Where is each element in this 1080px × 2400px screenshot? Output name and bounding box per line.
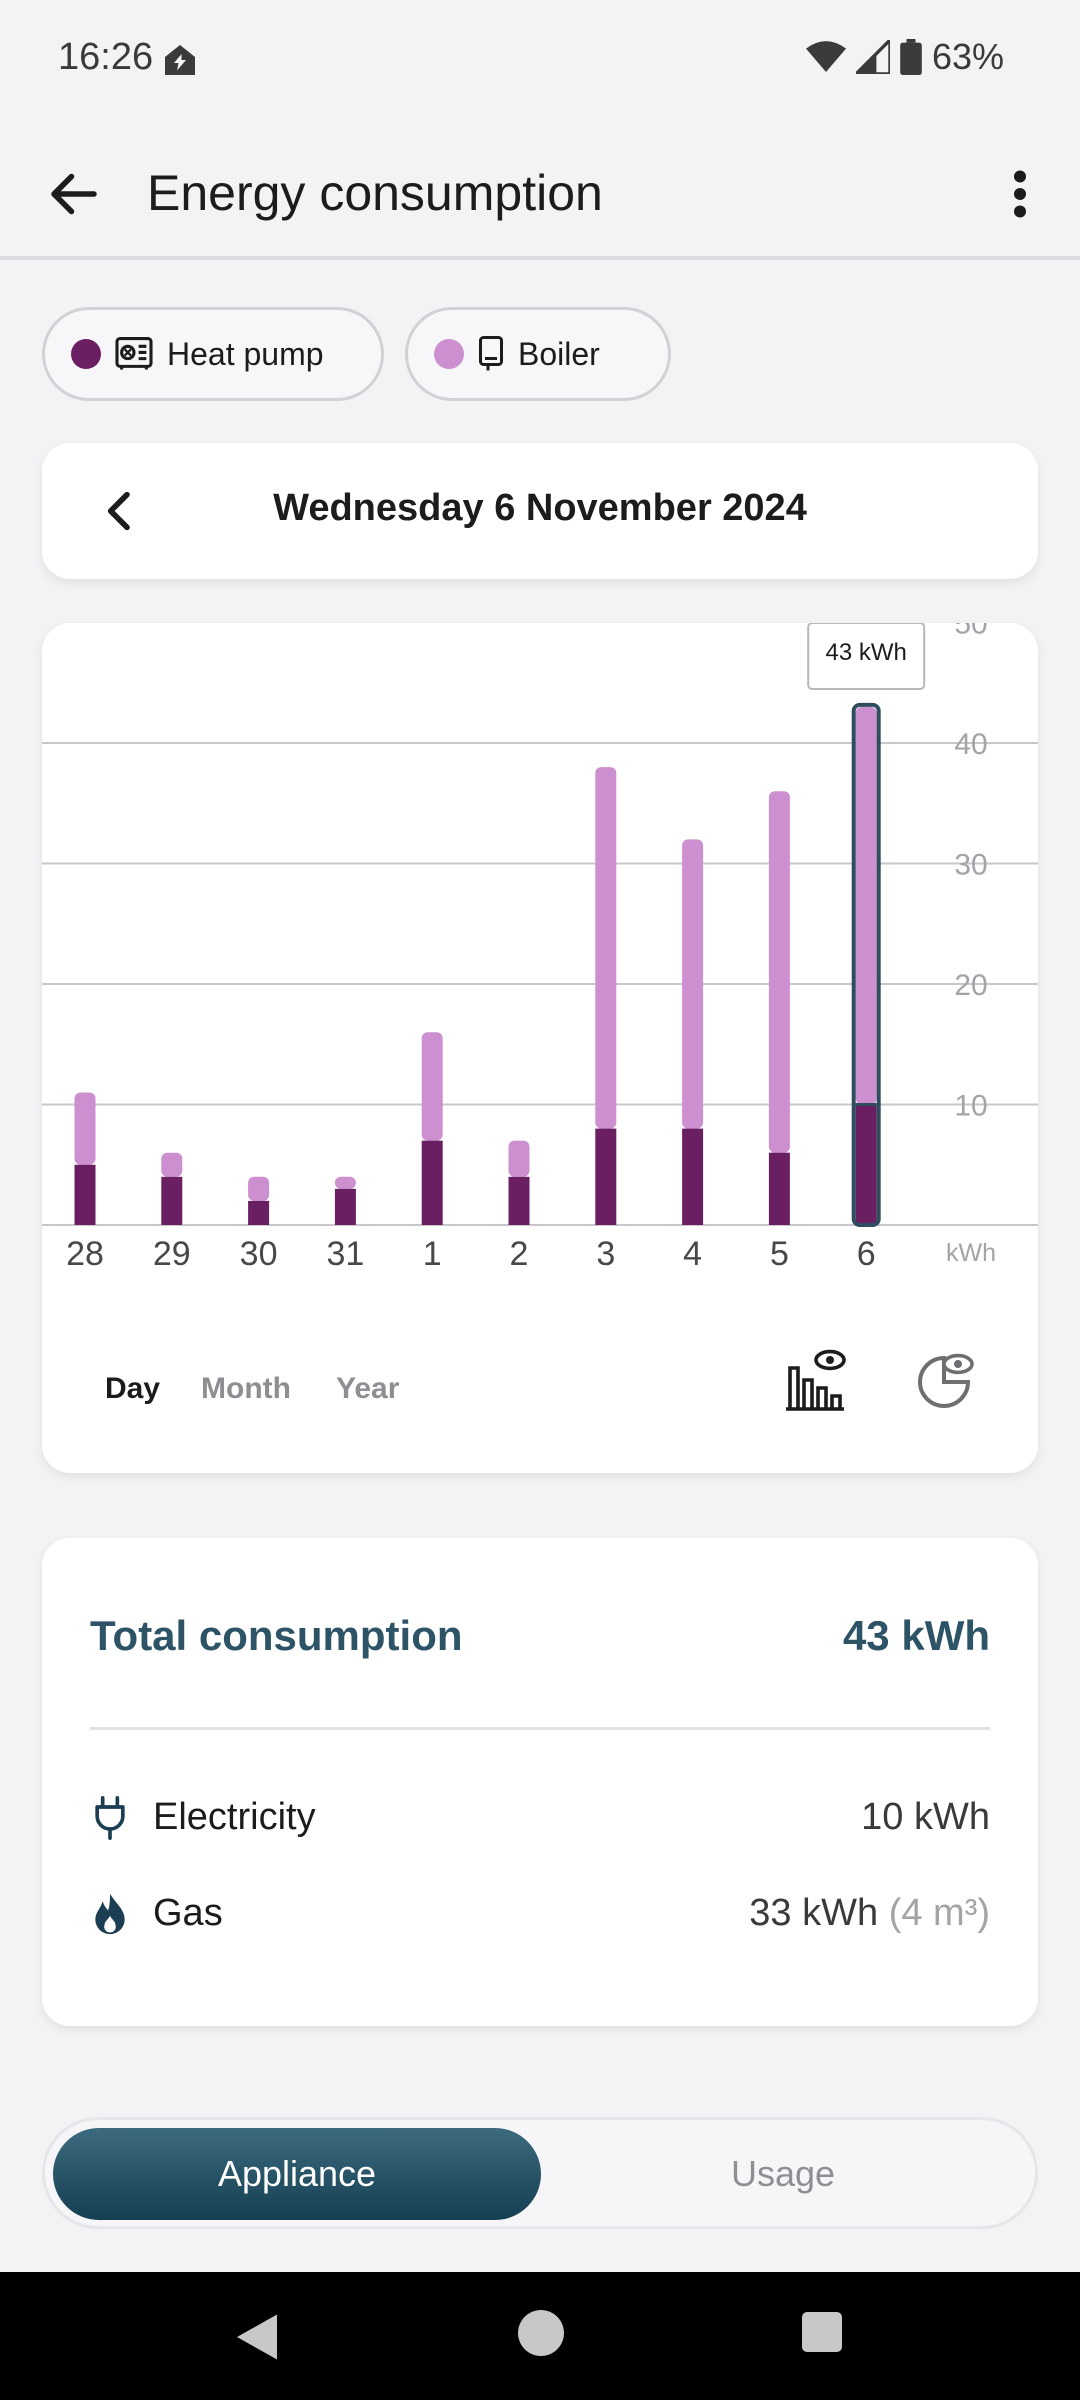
back-arrow-icon[interactable] [44, 164, 104, 224]
bar-boiler [682, 839, 704, 1129]
consumption-bar-chart[interactable]: 10 20 30 40 50 kWh 28 29 30 31 1 2 3 4 5 43 kWh 6 [42, 623, 1038, 1323]
x-tick-label: 2 [510, 1235, 529, 1273]
bar-heat-pump [161, 1176, 183, 1225]
more-vert-icon[interactable] [1000, 164, 1040, 224]
nav-home-icon[interactable] [518, 2310, 564, 2356]
bar-boiler [248, 1176, 270, 1201]
total-consumption-label: Total consumption [90, 1612, 463, 1659]
status-bar: 16:26 63% [0, 0, 1080, 120]
status-time: 16:26 [58, 36, 154, 78]
app-notification-icon [165, 45, 195, 75]
bar-boiler [421, 1032, 443, 1141]
x-tick-label: 31 [326, 1235, 364, 1273]
app-bar: Energy consumption [0, 140, 1080, 260]
bar-boiler [161, 1152, 183, 1177]
plug-icon [95, 1796, 125, 1840]
segment-usage-label: Usage [730, 2153, 836, 2194]
battery-icon [900, 39, 922, 75]
divider [90, 1727, 990, 1730]
nav-recents-icon[interactable] [802, 2312, 842, 2352]
x-tick-label: 30 [240, 1235, 278, 1273]
electricity-label: Electricity [153, 1796, 316, 1838]
x-tick-label: 29 [153, 1235, 191, 1273]
bar-heat-pump [508, 1176, 530, 1225]
filter-chip-boiler[interactable]: Boiler [405, 307, 671, 401]
tab-day[interactable]: Day [105, 1372, 160, 1406]
bar-boiler [508, 1140, 530, 1177]
filter-chip-label: Heat pump [167, 335, 324, 372]
date-navigation-card: Wednesday 6 November 2024 [42, 443, 1038, 579]
y-tick-label: 10 [954, 1090, 987, 1123]
view-mode-segmented-control: Appliance Usage [42, 2117, 1038, 2229]
bar-heat-pump [334, 1188, 356, 1225]
x-tick-label: 6 [857, 1235, 876, 1273]
x-tick-label: 28 [66, 1235, 104, 1273]
heat-pump-color-dot [71, 339, 101, 369]
bar-heat-pump [421, 1140, 443, 1225]
bar-boiler [334, 1176, 356, 1189]
tooltip-text: 43 kWh [826, 639, 907, 666]
x-tick-label: 5 [770, 1235, 789, 1273]
bar-boiler [74, 1092, 96, 1165]
y-tick-label: 20 [954, 969, 987, 1002]
y-tick-label: 30 [954, 849, 987, 882]
segment-appliance-label: Appliance [217, 2153, 377, 2194]
y-tick-label: 40 [954, 728, 987, 761]
bar-heat-pump [595, 1128, 617, 1225]
bar-boiler [768, 791, 790, 1153]
filter-chip-label: Boiler [518, 335, 600, 372]
pie-chart-view-icon[interactable] [912, 1348, 976, 1412]
bar-heat-pump [248, 1200, 270, 1225]
gas-label: Gas [153, 1892, 223, 1934]
signal-icon [855, 40, 890, 74]
date-title: Wednesday 6 November 2024 [273, 487, 807, 529]
gas-volume: (4 m³) [888, 1892, 990, 1934]
filter-chip-heat-pump[interactable]: Heat pump [42, 307, 384, 401]
x-tick-label: 4 [683, 1235, 702, 1273]
boiler-color-dot [434, 339, 464, 369]
electricity-value: 10 kWh [861, 1796, 990, 1838]
x-tick-label: 1 [423, 1235, 442, 1273]
bar-boiler [595, 767, 617, 1129]
chart-card: 10 20 30 40 50 kWh 28 29 30 31 1 2 3 4 5 43 kWh 6 [42, 623, 1038, 1473]
y-unit-label: kWh [946, 1239, 996, 1267]
system-navigation-bar [0, 2272, 1080, 2400]
page-title: Energy consumption [147, 165, 603, 221]
status-right-group: 63% [805, 36, 1004, 78]
boiler-icon [479, 336, 503, 371]
segment-appliance[interactable]: Appliance [53, 2128, 541, 2220]
x-tick-label: 3 [596, 1235, 615, 1273]
bar-boiler [855, 706, 877, 1105]
tab-month[interactable]: Month [201, 1372, 291, 1406]
total-consumption-value: 43 kWh [842, 1612, 990, 1659]
flame-icon [95, 1893, 125, 1935]
wifi-icon [805, 41, 846, 72]
bar-heat-pump [74, 1164, 96, 1225]
gas-value: 33 kWh (4 m³) [749, 1892, 990, 1934]
battery-percent: 63% [931, 36, 1004, 77]
heat-pump-icon [115, 337, 153, 370]
segment-usage[interactable]: Usage [539, 2128, 1027, 2220]
y-tick-label: 50 [954, 623, 987, 641]
bar-heat-pump [682, 1128, 704, 1225]
bar-chart-view-icon[interactable] [784, 1348, 848, 1412]
bar-heat-pump [768, 1152, 790, 1225]
bar-heat-pump [855, 1104, 877, 1225]
nav-back-icon[interactable] [232, 2312, 282, 2362]
tab-year[interactable]: Year [336, 1372, 399, 1406]
